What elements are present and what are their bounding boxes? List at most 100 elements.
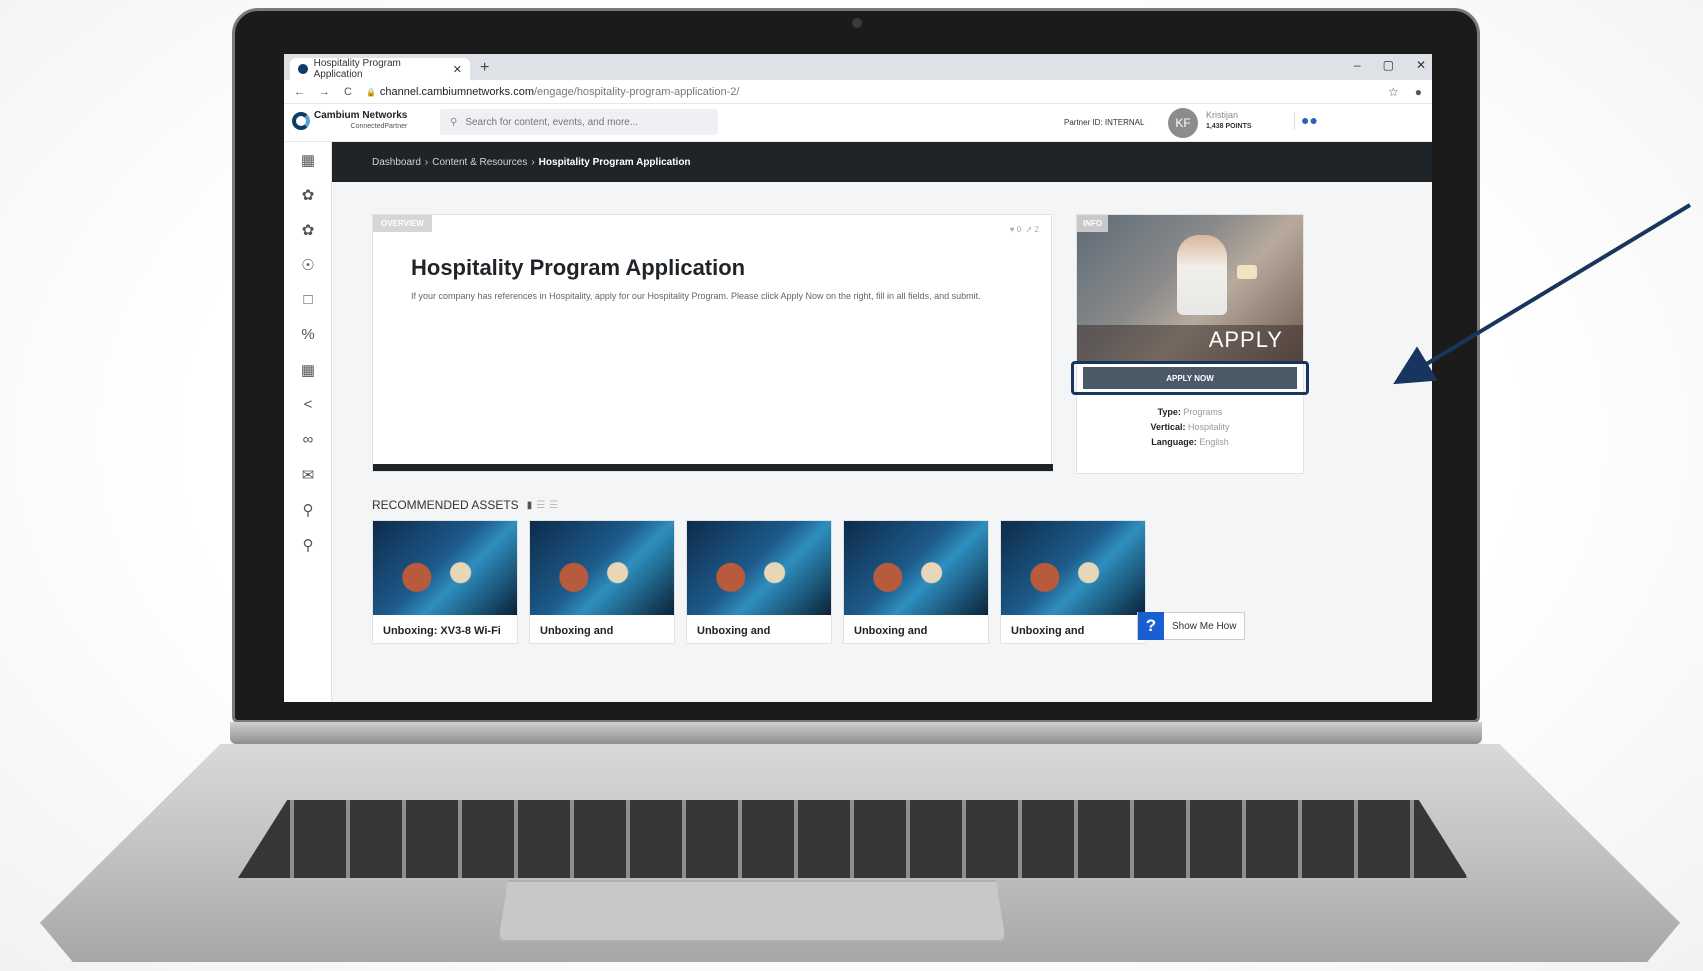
pin-icon[interactable]: ➚ [1026, 225, 1033, 234]
apply-now-button[interactable]: APPLY NOW [1083, 367, 1297, 389]
info-badge: INFO [1077, 215, 1109, 232]
logo-subtitle: ConnectedPartner [350, 123, 408, 130]
asset-title: Unboxing and [854, 625, 928, 637]
main-content: OVERVIEW ♥ 0 ➚ 2 Hospitality Program App… [332, 182, 1432, 702]
browser-tab[interactable]: Hospitality Program Application ✕ [290, 58, 470, 80]
screen: Hospitality Program Application ✕ + – ▢ … [284, 54, 1432, 702]
asset-thumbnail [1001, 521, 1145, 615]
help-icon: ? [1138, 612, 1164, 640]
tab-close-icon[interactable]: ✕ [453, 63, 462, 76]
handshake-icon[interactable]: ∞ [284, 422, 332, 457]
megaphone-icon[interactable]: ✿ [284, 177, 332, 212]
search-input[interactable] [465, 116, 696, 128]
logo[interactable]: Cambium Networks ConnectedPartner [292, 110, 407, 132]
tab-title: Hospitality Program Application [313, 58, 401, 80]
team-icon[interactable]: ●● [1294, 112, 1318, 130]
search-doc-alt-icon[interactable]: ⚲ [284, 527, 332, 562]
apply-banner-image: INFO APPLY [1077, 215, 1303, 361]
maximize-button[interactable]: ▢ [1383, 58, 1394, 72]
grid-view-icon[interactable]: ▮ [527, 500, 537, 511]
address-bar: ← → C 🔒 channel.cambiumnetworks.com/engag… [284, 80, 1432, 104]
asset-card[interactable]: Unboxing: XV3-8 Wi-Fi [372, 520, 518, 644]
type-value: Programs [1183, 407, 1223, 417]
sidebar: ▦ ✿ ✿ ☉ □ % ▦ < ∞ ✉ ⚲ ⚲ [284, 142, 332, 702]
new-tab-button[interactable]: + [480, 59, 489, 77]
asset-card[interactable]: Unboxing and [843, 520, 989, 644]
asset-thumbnail [373, 521, 517, 615]
breadcrumb-dashboard[interactable]: Dashboard [372, 157, 421, 168]
view-toggle: ▮☰☰ [527, 500, 562, 511]
shares-count: 2 [1034, 225, 1039, 234]
show-me-how-button[interactable]: ? Show Me How [1137, 612, 1246, 640]
profile-icon[interactable]: ● [1415, 85, 1422, 99]
share-icon[interactable]: < [284, 387, 332, 422]
page-description: If your company has references in Hospit… [411, 291, 981, 301]
asset-thumbnail [530, 521, 674, 615]
asset-title: Unboxing and [540, 625, 614, 637]
logo-text: Cambium Networks ConnectedPartner [314, 110, 407, 132]
info-meta: Type: Programs Vertical: Hospitality Lan… [1077, 405, 1303, 450]
logo-name: Cambium Networks [314, 110, 408, 121]
page-title: Hospitality Program Application [411, 255, 746, 280]
breadcrumb-content-resources[interactable]: Content & Resources [432, 157, 527, 168]
recommended-title: RECOMMENDED ASSETS [372, 498, 519, 512]
search-icon: ⚲ [450, 116, 458, 128]
webcam [852, 18, 862, 28]
cambium-logo-icon [292, 112, 310, 130]
user-name: Kristijan [1206, 110, 1239, 120]
overview-panel: OVERVIEW ♥ 0 ➚ 2 Hospitality Program App… [372, 214, 1053, 472]
breadcrumb: Dashboard › Content & Resources › Hospit… [332, 142, 1432, 182]
asset-card[interactable]: Unboxing and [686, 520, 832, 644]
keyboard [238, 800, 1468, 878]
forward-button[interactable]: → [319, 86, 330, 98]
woman-at-desk-figure [1177, 235, 1227, 315]
user-points: 1,438 POINTS [1206, 123, 1252, 130]
url-field[interactable]: 🔒 channel.cambiumnetworks.com/engage/hosp… [366, 86, 740, 98]
asset-title: Unboxing: XV3-8 Wi-Fi [383, 625, 501, 637]
heart-icon[interactable]: ♥ [1010, 225, 1015, 234]
avatar[interactable]: KF [1168, 108, 1198, 138]
search-box: ⚲ [440, 109, 718, 135]
search-doc-icon[interactable]: ⚲ [284, 492, 332, 527]
favicon-icon [298, 64, 308, 74]
browser-tab-bar: Hospitality Program Application ✕ + – ▢ … [284, 54, 1432, 80]
laptop-hinge [230, 722, 1482, 744]
language-value: English [1199, 437, 1229, 447]
trackpad [498, 880, 1006, 942]
laptop-mockup: Hospitality Program Application ✕ + – ▢ … [0, 0, 1703, 971]
lamp-figure [1237, 265, 1257, 279]
dashboard-icon[interactable]: ▦ [284, 142, 332, 177]
asset-thumbnail [844, 521, 988, 615]
reload-button[interactable]: C [344, 86, 352, 98]
back-button[interactable]: ← [294, 86, 305, 98]
breadcrumb-separator: › [531, 156, 535, 168]
calendar-icon[interactable]: ▦ [284, 352, 332, 387]
chat-icon[interactable]: □ [284, 282, 332, 317]
vertical-label: Vertical: [1150, 422, 1186, 432]
breadcrumb-separator: › [424, 156, 429, 168]
list-view-icon[interactable]: ☰ [536, 500, 549, 511]
overview-bottom-bar [373, 464, 1053, 471]
asset-thumbnail [687, 521, 831, 615]
breadcrumb-current: Hospitality Program Application [538, 156, 691, 168]
apply-banner-text: APPLY [1208, 327, 1283, 352]
mail-icon[interactable]: ✉ [284, 457, 332, 492]
asset-card[interactable]: Unboxing and [529, 520, 675, 644]
app-header: Cambium Networks ConnectedPartner ⚲ Part… [284, 104, 1432, 142]
compact-view-icon[interactable]: ☰ [549, 500, 562, 511]
close-window-button[interactable]: ✕ [1416, 58, 1426, 72]
overview-stats: ♥ 0 ➚ 2 [1010, 225, 1039, 234]
megaphone-alt-icon[interactable]: ✿ [284, 212, 332, 247]
lightbulb-icon[interactable]: ☉ [284, 247, 332, 282]
url-host: channel.cambiumnetworks.com [379, 85, 534, 98]
address-bar-actions: ☆ ● [1388, 85, 1422, 99]
percent-icon[interactable]: % [284, 317, 332, 352]
asset-card[interactable]: Unboxing and [1000, 520, 1146, 644]
show-me-how-label: Show Me How [1172, 620, 1237, 632]
user-info[interactable]: Kristijan 1,438 POINTS [1206, 110, 1252, 132]
bookmark-star-icon[interactable]: ☆ [1388, 85, 1399, 99]
language-label: Language: [1151, 437, 1197, 447]
minimize-button[interactable]: – [1354, 58, 1361, 72]
overview-badge: OVERVIEW [373, 215, 432, 232]
asset-title: Unboxing and [697, 625, 771, 637]
